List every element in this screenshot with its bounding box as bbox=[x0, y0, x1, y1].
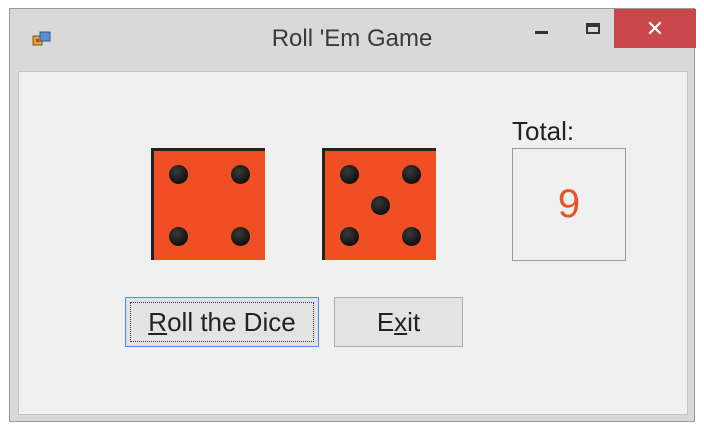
die-pip bbox=[339, 226, 359, 246]
die-pip bbox=[231, 165, 251, 185]
die-left bbox=[151, 148, 265, 260]
roll-label-rest: oll the Dice bbox=[167, 306, 296, 337]
game-window: Roll 'Em Game ✕ Total: 9 Roll the Dice E… bbox=[9, 8, 696, 422]
die-pip bbox=[402, 226, 422, 246]
exit-label-rest: it bbox=[407, 306, 421, 337]
close-button[interactable]: ✕ bbox=[614, 9, 696, 48]
roll-access-key: R bbox=[148, 306, 168, 337]
title-bar[interactable]: Roll 'Em Game ✕ bbox=[10, 9, 696, 71]
total-label: Total: bbox=[512, 116, 575, 146]
roll-dice-label: Roll the Dice bbox=[148, 307, 295, 338]
minimize-button[interactable] bbox=[515, 9, 567, 47]
total-value-box: 9 bbox=[512, 148, 626, 261]
roll-dice-button[interactable]: Roll the Dice bbox=[125, 297, 319, 347]
client-area: Total: 9 Roll the Dice Exit bbox=[18, 71, 688, 415]
total-value: 9 bbox=[557, 182, 581, 226]
maximize-icon bbox=[586, 22, 600, 34]
die-pip bbox=[168, 165, 188, 185]
die-pip bbox=[402, 165, 422, 185]
die-pip bbox=[168, 226, 188, 246]
die-pip bbox=[231, 226, 251, 246]
exit-button[interactable]: Exit bbox=[334, 297, 463, 347]
die-right bbox=[322, 148, 436, 260]
exit-label-start: E bbox=[376, 306, 395, 337]
die-pip bbox=[339, 165, 359, 185]
maximize-button[interactable] bbox=[567, 9, 619, 47]
die-pip bbox=[371, 196, 390, 215]
exit-label: Exit bbox=[377, 307, 420, 338]
exit-access-key: x bbox=[394, 306, 408, 337]
minimize-icon bbox=[534, 30, 548, 34]
close-icon: ✕ bbox=[645, 15, 665, 41]
